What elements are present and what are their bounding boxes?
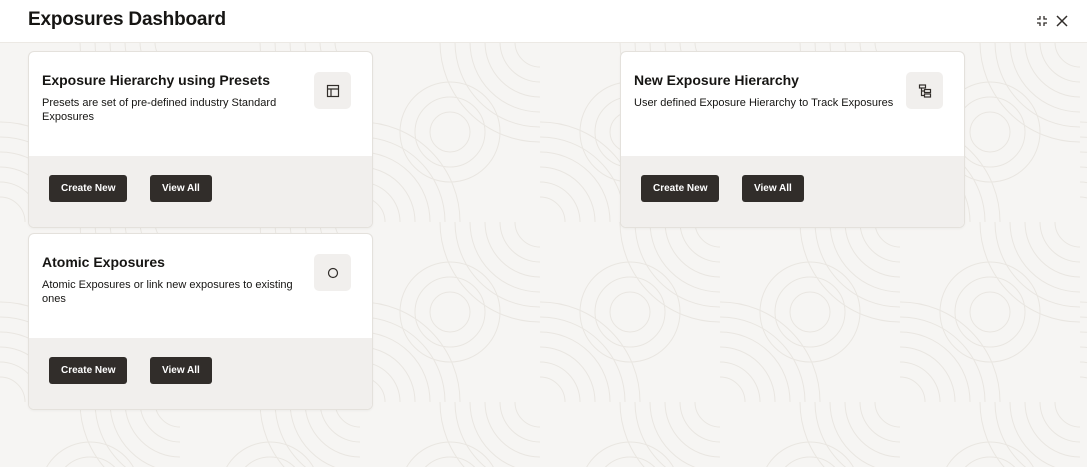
view-all-button[interactable]: View All [742,175,804,202]
create-new-button[interactable]: Create New [49,175,128,202]
card-description: Atomic Exposures or link new exposures t… [42,279,293,305]
card-title: Exposure Hierarchy using Presets [42,72,270,88]
card-title: Atomic Exposures [42,254,165,270]
circle-icon [314,254,351,291]
create-new-button[interactable]: Create New [49,357,128,384]
close-icon [1056,15,1068,27]
close-button[interactable] [1053,12,1071,30]
create-new-button[interactable]: Create New [641,175,720,202]
card-description: Presets are set of pre-defined industry … [42,97,277,123]
view-all-button[interactable]: View All [150,357,212,384]
card-exposure-hierarchy-presets: Exposure Hierarchy using Presets Presets… [28,51,373,228]
minimize-window-button[interactable] [1033,12,1051,30]
card-new-exposure-hierarchy: New Exposure Hierarchy User defined Expo… [620,51,965,228]
layout-panels-icon [314,72,351,109]
card-title: New Exposure Hierarchy [634,72,799,88]
dashboard-header: Exposures Dashboard [0,0,1087,43]
card-atomic-exposures: Atomic Exposures Atomic Exposures or lin… [28,233,373,410]
view-all-button[interactable]: View All [150,175,212,202]
card-description: User defined Exposure Hierarchy to Track… [634,97,894,109]
collapse-icon [1037,16,1047,26]
hierarchy-tree-icon [906,72,943,109]
page-title: Exposures Dashboard [28,9,226,30]
